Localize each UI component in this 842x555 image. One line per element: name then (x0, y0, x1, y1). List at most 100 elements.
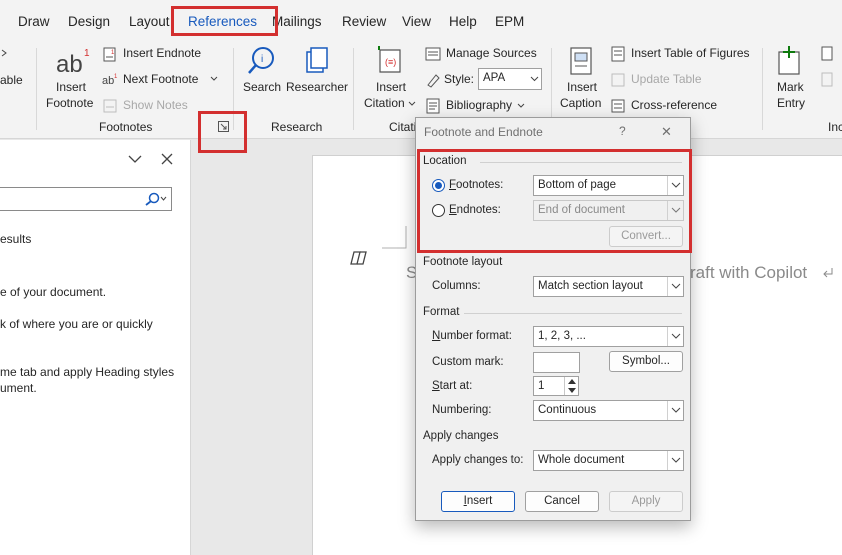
insert-caption-label-2: Caption (560, 96, 602, 110)
researcher-icon (306, 47, 328, 73)
start-at-value: 1 (538, 380, 545, 392)
cross-reference-button[interactable]: Cross-reference (610, 97, 720, 115)
insert-endnote-icon: 1 (103, 47, 116, 62)
dialog-title: Footnote and Endnote (424, 125, 543, 139)
tab-epm[interactable]: EPM (495, 14, 524, 29)
insert-footnote-label-1: Insert (56, 80, 87, 94)
researcher-button[interactable]: Researcher (285, 44, 349, 100)
chevron-down-icon (671, 407, 681, 413)
update-index-icon[interactable] (820, 72, 834, 88)
citation-style-dropdown[interactable]: APA (478, 68, 542, 90)
tab-draw[interactable]: Draw (18, 14, 50, 29)
bibliography-label: Bibliography (446, 98, 513, 112)
update-table-icon (611, 73, 625, 87)
highlight-dialog-launcher (198, 111, 247, 153)
next-footnote-button[interactable]: ab 1 Next Footnote (102, 71, 222, 89)
chevron-down-icon[interactable] (128, 154, 142, 164)
insert-button[interactable]: Insert (441, 491, 515, 512)
style-icon (427, 74, 440, 88)
chevron-down-icon (671, 333, 681, 339)
mark-entry-label-2: Entry (777, 96, 806, 110)
tab-design[interactable]: Design (68, 14, 110, 29)
close-icon[interactable] (161, 153, 173, 165)
manage-sources-label: Manage Sources (446, 46, 537, 60)
navigation-pane: esults e of your document. k of where yo… (0, 140, 191, 555)
tab-help[interactable]: Help (449, 14, 477, 29)
table-of-figures-icon (611, 46, 625, 62)
custom-mark-label: Custom mark: (432, 356, 504, 368)
insert-endnote-label: Insert Endnote (123, 46, 202, 60)
columns-label: Columns: (432, 280, 481, 292)
cross-reference-icon (611, 99, 625, 113)
chevron-down-icon (210, 76, 218, 81)
start-at-spinner[interactable]: 1 (533, 376, 579, 396)
mark-entry-icon (778, 46, 800, 75)
spinner-arrows[interactable] (564, 377, 578, 395)
tab-review[interactable]: Review (342, 14, 386, 29)
insert-table-of-figures-button[interactable]: Insert Table of Figures (610, 45, 750, 63)
manage-sources-button[interactable]: Manage Sources (425, 45, 537, 63)
symbol-button[interactable]: Symbol... (609, 351, 683, 372)
cross-reference-label: Cross-reference (631, 98, 718, 112)
update-table-label: Update Table (631, 72, 702, 86)
apply-changes-to-label: Apply changes to: (432, 454, 524, 466)
spin-down-icon[interactable] (568, 388, 576, 393)
update-table-button[interactable]: Update Table (610, 71, 710, 89)
nav-text-line-4: me tab and apply Heading styles (0, 365, 175, 379)
show-notes-label: Show Notes (123, 98, 188, 112)
svg-text:(≡): (≡) (385, 57, 396, 67)
mark-entry-button[interactable]: Mark Entry (772, 44, 812, 116)
footnotes-group-label: Footnotes (99, 120, 153, 134)
search-button[interactable]: i Search (240, 44, 282, 100)
insert-endnote-button[interactable]: 1 Insert Endnote (102, 45, 212, 63)
chevron-down-icon (671, 457, 681, 463)
style-label: Style: (444, 72, 475, 86)
next-footnote-icon: ab 1 (102, 74, 118, 87)
researcher-label: Researcher (286, 80, 349, 94)
insert-caption-label-1: Insert (567, 80, 598, 94)
mark-entry-label-1: Mark (777, 80, 804, 94)
nav-text-line-1: esults (0, 232, 32, 246)
apply-button[interactable]: Apply (609, 491, 683, 512)
svg-text:1: 1 (114, 74, 118, 80)
show-notes-icon (103, 99, 117, 113)
spin-up-icon[interactable] (568, 379, 576, 384)
bibliography-icon (426, 98, 440, 114)
footnote-ab-icon: ab 1 (56, 48, 90, 76)
show-notes-button[interactable]: Show Notes (102, 97, 202, 115)
copilot-icon[interactable] (350, 249, 368, 267)
tab-mailings[interactable]: Mailings (272, 14, 322, 29)
apply-changes-to-dropdown[interactable]: Whole document (533, 450, 684, 471)
help-button[interactable]: ? (619, 124, 626, 138)
insert-footnote-button[interactable]: ab 1 Insert Footnote (46, 44, 94, 118)
svg-text:i: i (261, 54, 263, 65)
cancel-button[interactable]: Cancel (525, 491, 599, 512)
start-at-label: Start at: (432, 380, 473, 392)
insert-citation-label-2: Citation (364, 96, 405, 110)
apply-changes-to-value: Whole document (538, 454, 625, 466)
number-format-label: Number format: (432, 330, 512, 342)
tab-view[interactable]: View (402, 14, 431, 29)
insert-caption-button[interactable]: Insert Caption (558, 44, 606, 116)
nav-text-line-2: e of your document. (0, 285, 107, 299)
columns-dropdown[interactable]: Match section layout (533, 276, 684, 297)
index-group-label: Inc (828, 120, 842, 134)
paragraph-return-icon (823, 268, 833, 278)
ribbon-clipped-label: able (0, 73, 23, 87)
dialog-close-button[interactable]: ✕ (661, 124, 672, 140)
highlight-references-tab (171, 6, 278, 36)
tab-layout[interactable]: Layout (129, 14, 170, 29)
custom-mark-input[interactable] (533, 352, 580, 373)
nav-text-line-3: k of where you are or quickly (0, 317, 153, 331)
navigation-search-input[interactable] (0, 187, 172, 211)
insert-citation-button[interactable]: (≡) Insert Citation (362, 44, 416, 116)
columns-value: Match section layout (538, 280, 643, 292)
number-format-dropdown[interactable]: 1, 2, 3, ... (533, 326, 684, 347)
numbering-dropdown[interactable]: Continuous (533, 400, 684, 421)
bibliography-button[interactable]: Bibliography (425, 97, 527, 115)
citation-style-value: APA (483, 72, 506, 84)
insert-index-icon[interactable] (820, 46, 834, 62)
manage-sources-icon (425, 47, 441, 61)
svg-text:1: 1 (84, 48, 90, 59)
insert-caption-icon (570, 47, 592, 75)
